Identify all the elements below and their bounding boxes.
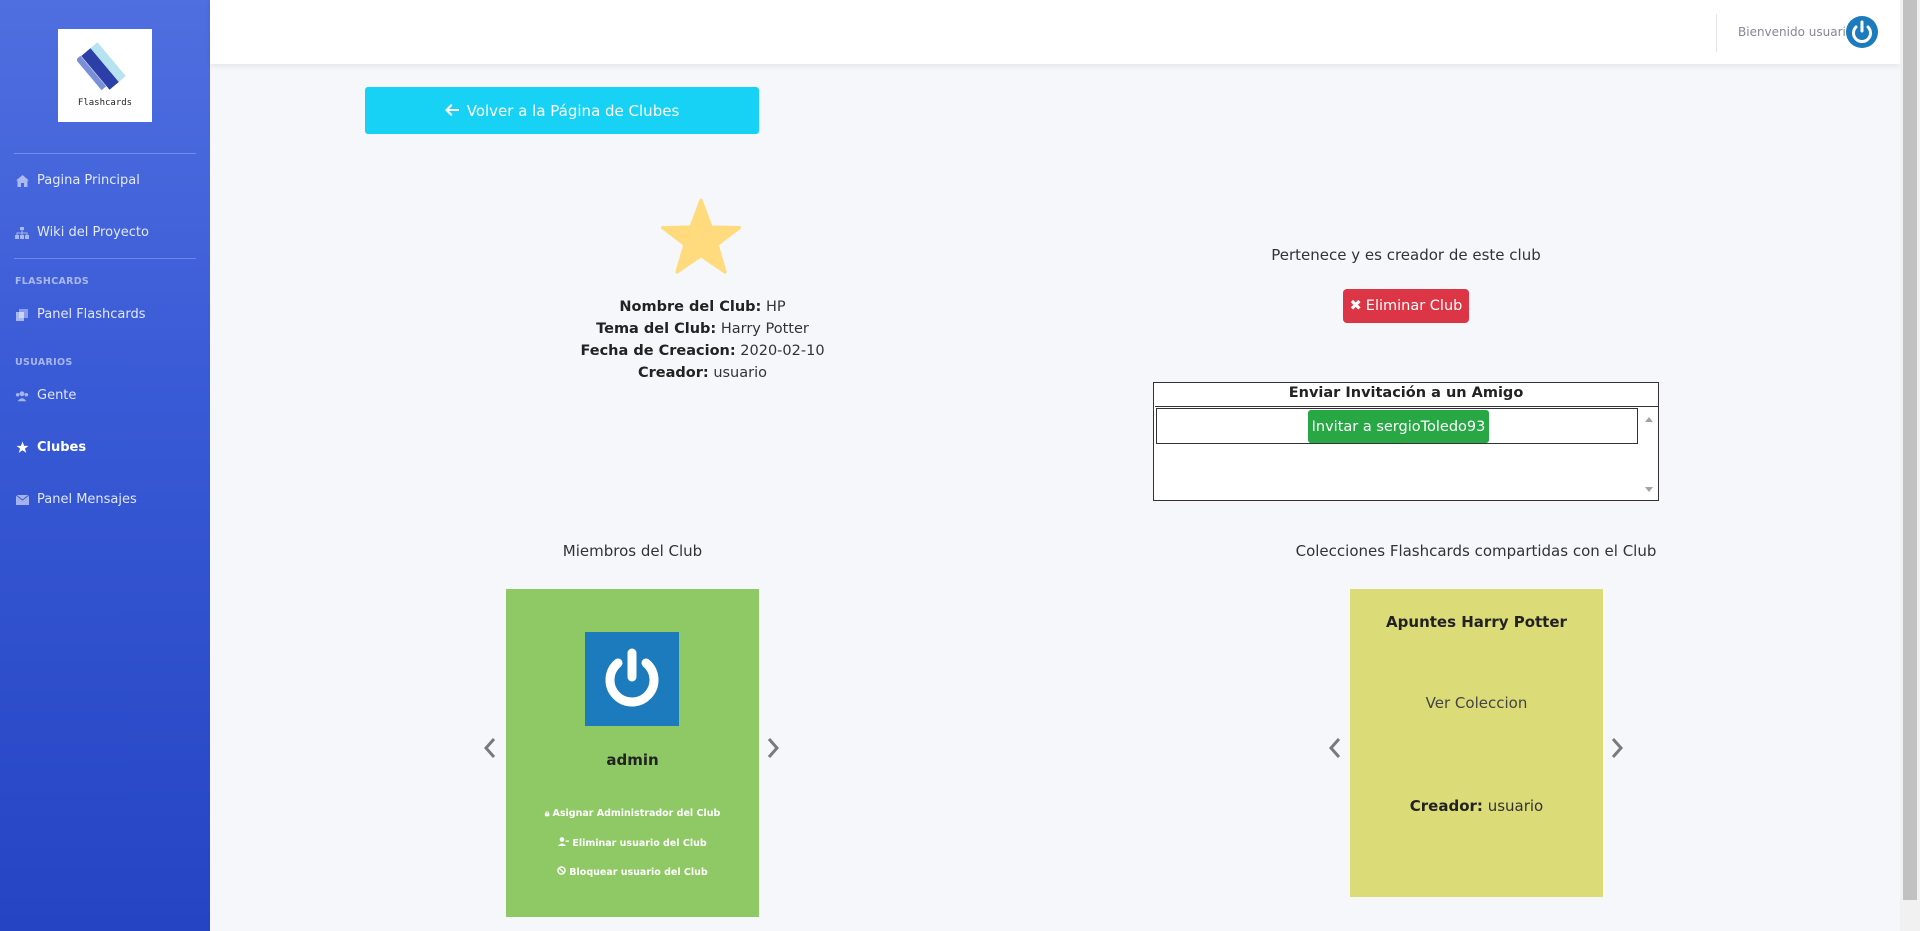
brand-text: Flashcards bbox=[77, 98, 133, 108]
club-creator-label: Creador: bbox=[638, 365, 709, 381]
sidebar-item-label: Clubes bbox=[37, 440, 87, 455]
club-star-icon bbox=[660, 197, 742, 281]
welcome-text[interactable]: Bienvenido usuario bbox=[1738, 25, 1853, 39]
sidebar-item-label: Pagina Principal bbox=[37, 173, 140, 188]
remove-user-label: Eliminar usuario del Club bbox=[572, 837, 707, 849]
sidebar-divider bbox=[14, 258, 196, 259]
club-date-label: Fecha de Creacion: bbox=[580, 343, 736, 359]
assign-admin-label: Asignar Administrador del Club bbox=[552, 808, 721, 819]
close-icon: ✖ bbox=[1349, 298, 1362, 314]
home-icon bbox=[15, 174, 29, 188]
sidebar-item-label: Gente bbox=[37, 388, 77, 403]
sidebar-item-label: Panel Mensajes bbox=[37, 492, 137, 507]
collection-card: Apuntes Harry Potter Ver Coleccion Cread… bbox=[1350, 589, 1603, 897]
club-name-label: Nombre del Club: bbox=[619, 299, 762, 315]
collection-title: Apuntes Harry Potter bbox=[1386, 613, 1567, 631]
sitemap-icon bbox=[15, 226, 29, 240]
sidebar-item-label: Wiki del Proyecto bbox=[37, 225, 149, 240]
envelope-icon bbox=[15, 493, 29, 507]
user-avatar-icon[interactable] bbox=[1846, 16, 1878, 48]
block-user-link[interactable]: Bloquear usuario del Club bbox=[506, 866, 759, 878]
copy-icon bbox=[15, 308, 29, 322]
user-minus-icon bbox=[558, 837, 570, 849]
view-collection-link[interactable]: Ver Coleccion bbox=[1350, 694, 1603, 712]
collections-prev-button[interactable] bbox=[1328, 737, 1342, 765]
club-name-line: Nombre del Club: HP bbox=[500, 299, 905, 315]
sidebar: Flashcards Pagina Principal Wiki del Pro… bbox=[0, 0, 210, 931]
flashcards-logo-icon bbox=[77, 42, 126, 91]
sidebar-item-pagina-principal[interactable]: Pagina Principal bbox=[15, 173, 140, 188]
collections-next-button[interactable] bbox=[1610, 737, 1624, 765]
club-creator-line: Creador: usuario bbox=[500, 365, 905, 381]
invite-list[interactable]: Invitar a sergioToledo93 bbox=[1155, 406, 1658, 500]
sidebar-item-gente[interactable]: Gente bbox=[15, 388, 76, 403]
sidebar-item-wiki[interactable]: Wiki del Proyecto bbox=[15, 225, 149, 240]
sidebar-item-panel-flashcards[interactable]: Panel Flashcards bbox=[15, 307, 146, 322]
sidebar-heading-flashcards: FLASHCARDS bbox=[15, 276, 90, 287]
topbar-divider bbox=[1716, 14, 1717, 52]
club-theme-label: Tema del Club: bbox=[596, 321, 717, 337]
members-title: Miembros del Club bbox=[562, 542, 703, 560]
assign-admin-link[interactable]: 🔒︎ Asignar Administrador del Club bbox=[506, 808, 759, 819]
sidebar-item-panel-mensajes[interactable]: Panel Mensajes bbox=[15, 492, 137, 507]
delete-club-button[interactable]: ✖ Eliminar Club bbox=[1343, 289, 1469, 323]
invite-list-scrollbar[interactable] bbox=[1640, 407, 1658, 499]
delete-club-label: Eliminar Club bbox=[1365, 298, 1463, 314]
collections-title: Colecciones Flashcards compartidas con e… bbox=[1295, 542, 1657, 560]
scroll-up-icon[interactable] bbox=[1645, 417, 1653, 422]
club-date-value: 2020-02-10 bbox=[740, 343, 825, 359]
back-to-clubs-button[interactable]: Volver a la Página de Clubes bbox=[365, 87, 759, 134]
sidebar-item-label: Panel Flashcards bbox=[37, 307, 146, 322]
invite-title: Enviar Invitación a un Amigo bbox=[1288, 385, 1524, 401]
arrow-left-icon bbox=[444, 102, 459, 120]
members-next-button[interactable] bbox=[766, 737, 780, 765]
collection-creator-value: usuario bbox=[1487, 797, 1544, 815]
ownership-text: Pertenece y es creador de este club bbox=[1271, 246, 1541, 264]
member-name: admin bbox=[606, 751, 659, 769]
club-name-value: HP bbox=[765, 299, 786, 315]
block-user-label: Bloquear usuario del Club bbox=[569, 866, 708, 878]
remove-user-link[interactable]: Eliminar usuario del Club bbox=[506, 837, 759, 849]
collection-creator-label: Creador: bbox=[1409, 797, 1483, 815]
topbar bbox=[210, 0, 1900, 64]
invite-row: Invitar a sergioToledo93 bbox=[1156, 408, 1638, 444]
ban-icon bbox=[557, 866, 567, 878]
invite-friend-button[interactable]: Invitar a sergioToledo93 bbox=[1308, 410, 1489, 443]
back-button-label: Volver a la Página de Clubes bbox=[466, 101, 680, 120]
club-theme-line: Tema del Club: Harry Potter bbox=[500, 321, 905, 337]
invite-panel: Enviar Invitación a un Amigo Invitar a s… bbox=[1153, 382, 1659, 501]
sidebar-item-clubes[interactable]: Clubes bbox=[15, 440, 86, 455]
members-prev-button[interactable] bbox=[483, 737, 497, 765]
member-avatar-icon bbox=[585, 632, 679, 726]
collection-creator: Creador: usuario bbox=[1350, 797, 1603, 815]
page-scrollbar-thumb[interactable] bbox=[1903, 0, 1917, 900]
member-card: admin 🔒︎ Asignar Administrador del Club … bbox=[506, 589, 759, 917]
sidebar-heading-usuarios: USUARIOS bbox=[15, 357, 73, 368]
club-theme-value: Harry Potter bbox=[720, 321, 809, 337]
star-icon bbox=[15, 441, 29, 455]
club-creator-value: usuario bbox=[713, 365, 767, 381]
brand-logo[interactable]: Flashcards bbox=[58, 29, 152, 122]
sidebar-divider bbox=[14, 153, 196, 154]
scroll-down-icon[interactable] bbox=[1645, 487, 1653, 492]
users-icon bbox=[15, 389, 29, 403]
club-date-line: Fecha de Creacion: 2020-02-10 bbox=[500, 343, 905, 359]
lock-icon: 🔒︎ bbox=[544, 808, 550, 819]
